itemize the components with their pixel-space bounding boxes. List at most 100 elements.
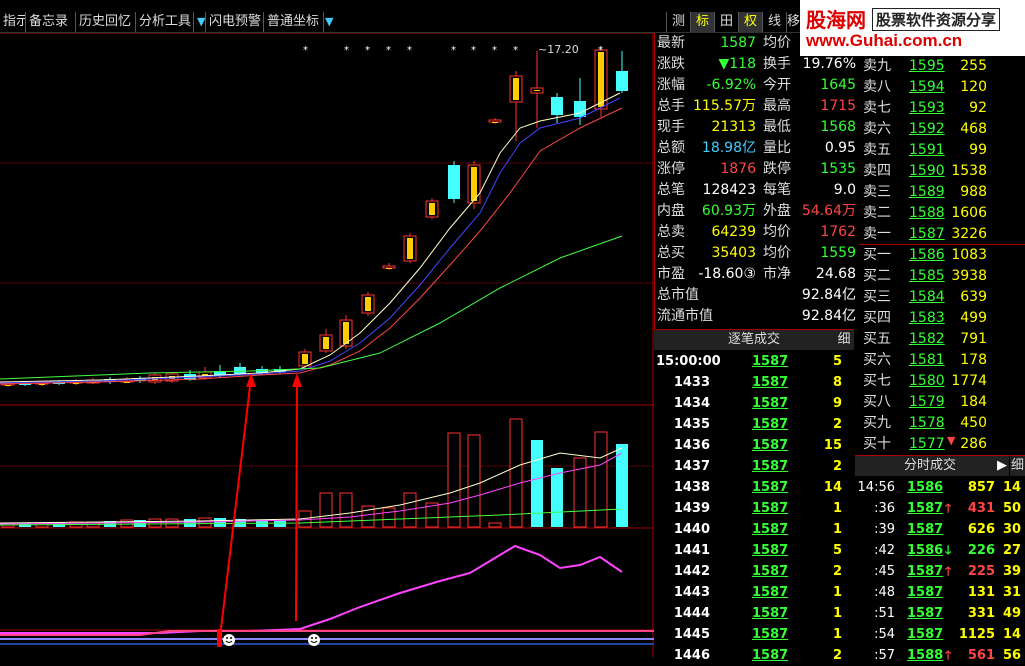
tool-grid[interactable]: 田 xyxy=(714,12,738,32)
orderbook-volume: 1538 xyxy=(951,163,987,179)
up-arrow-icon: 🡑 xyxy=(945,564,952,578)
tick-time: 14:56 xyxy=(857,480,895,495)
trade-row: 1437 1587 2 xyxy=(654,456,854,477)
quote-label: 总笔 xyxy=(657,182,685,198)
toolbar-item-memo[interactable]: 备忘录 xyxy=(26,12,76,32)
quote-row: 总买 35403 均价 1559 xyxy=(655,243,860,264)
orderbook-row[interactable]: 卖六 1592 468 xyxy=(859,119,1025,140)
candle-body xyxy=(382,265,396,269)
quote-label: 流通市值 xyxy=(657,308,713,324)
orderbook-row[interactable]: 买十 1577 286 xyxy=(859,434,1025,455)
trade-time: 1443 xyxy=(673,585,710,600)
orderbook-row[interactable]: 买二 1585 3938 xyxy=(859,266,1025,287)
trade-time: 1444 xyxy=(673,606,710,621)
toolbar-item-indicator[interactable]: 指示 xyxy=(0,12,26,32)
tick-price: 1586 xyxy=(907,543,944,558)
orderbook-row[interactable]: 买六 1581 178 xyxy=(859,350,1025,371)
toolbar-item-history[interactable]: 历史回忆 xyxy=(76,12,136,32)
ticks-list: 14:56 1586 857 14:36 1587 🡑 431 50:39 1587 626 30:… xyxy=(855,477,1025,663)
quote-value: 35403 xyxy=(711,245,756,261)
trade-row: 1444 1587 1 xyxy=(654,603,854,624)
trade-row: 1438 1587 14 xyxy=(654,477,854,498)
bottom-indicator-band xyxy=(0,629,654,647)
tick-volume: 131 xyxy=(967,585,995,600)
orderbook-row[interactable]: 买四 1583 499 xyxy=(859,308,1025,329)
quote-value: -18.60③ xyxy=(698,266,756,282)
orderbook-volume: 1083 xyxy=(951,247,987,263)
ticks-expand-icon[interactable]: ▶ xyxy=(995,455,1009,476)
trade-volume: 5 xyxy=(832,543,842,558)
trade-time: 1439 xyxy=(673,501,710,516)
volume-bar xyxy=(184,519,196,527)
orderbook-row[interactable]: 卖二 1588 1606 xyxy=(859,203,1025,224)
ma-line xyxy=(0,97,621,384)
candle-fill xyxy=(302,354,308,364)
smiley-icon xyxy=(308,634,320,646)
toolbar-item-coordinate[interactable]: 普通坐标 xyxy=(264,12,324,32)
orderbook-row[interactable]: 买五 1582 791 xyxy=(859,329,1025,350)
orderbook-volume: 468 xyxy=(960,121,987,137)
orderbook-volume: 791 xyxy=(960,331,987,347)
tool-measure[interactable]: 测 xyxy=(666,12,690,32)
orderbook-row[interactable]: 买三 1584 639 xyxy=(859,287,1025,308)
tick-time: :42 xyxy=(874,543,895,558)
trade-volume: 1 xyxy=(832,522,842,537)
trade-volume: 14 xyxy=(823,480,842,495)
tool-mark[interactable]: 标 xyxy=(690,12,714,32)
orderbook-row[interactable]: 买九 1578 450 xyxy=(859,413,1025,434)
tool-move[interactable]: 移 xyxy=(786,12,800,32)
kline-chart-area[interactable]: * * * * * * * * * * ~17.20 xyxy=(0,33,654,657)
trade-price: 1587 xyxy=(752,354,789,369)
trade-row: 1445 1587 1 xyxy=(654,624,854,645)
analysis-dropdown-icon[interactable]: ▼ xyxy=(194,12,206,32)
ma-line xyxy=(0,92,621,383)
tool-line[interactable]: 线 xyxy=(762,12,786,32)
star-marker: * xyxy=(407,45,412,56)
orderbook-level: 卖二 xyxy=(863,205,891,221)
quote-value-2: 92.84亿 xyxy=(801,287,856,303)
trade-time: 15:00:00 xyxy=(656,354,721,369)
tick-row: :36 1587 🡑 431 50 xyxy=(855,498,1025,519)
orderbook-row[interactable]: 卖七 1593 92 xyxy=(859,98,1025,119)
orderbook-level: 卖六 xyxy=(863,121,891,137)
trade-volume: 1 xyxy=(832,606,842,621)
tick-time: :36 xyxy=(874,501,895,516)
ticks-detail-button[interactable]: 细 xyxy=(1010,455,1025,476)
kline-chart-svg[interactable]: * * * * * * * * * * ~17.20 xyxy=(0,33,654,657)
orderbook-row[interactable]: 卖八 1594 120 xyxy=(859,77,1025,98)
quote-value: 60.93万 xyxy=(701,203,756,219)
tool-rights[interactable]: 权 xyxy=(738,12,762,32)
trade-volume: 15 xyxy=(823,438,842,453)
orderbook-row[interactable]: 卖四 1590 1538 xyxy=(859,161,1025,182)
volume-bar xyxy=(594,431,608,528)
trade-volume: 2 xyxy=(832,648,842,663)
trade-time: 1442 xyxy=(673,564,710,579)
quote-value-2: 1568 xyxy=(820,119,856,135)
quote-label-2: 跌停 xyxy=(763,161,791,177)
quote-label-2: 外盘 xyxy=(763,203,791,219)
orderbook-level: 买九 xyxy=(863,415,891,431)
orderbook-row[interactable]: 卖三 1589 988 xyxy=(859,182,1025,203)
tick-count: 56 xyxy=(1003,648,1022,663)
orderbook-volume: 184 xyxy=(960,394,987,410)
coordinate-dropdown-icon[interactable]: ▼ xyxy=(325,12,335,32)
orderbook-row[interactable]: 买八 1579 184 xyxy=(859,392,1025,413)
trade-row: 1446 1587 2 xyxy=(654,645,854,666)
toolbar-item-analysis-tools[interactable]: 分析工具 xyxy=(136,12,194,32)
orderbook-row[interactable]: 卖一 1587 3226 xyxy=(859,224,1025,245)
trades-header: 逐笔成交 xyxy=(654,329,854,350)
trade-row: 15:00:00 1587 5 xyxy=(654,351,854,372)
tick-volume: 857 xyxy=(967,480,995,495)
orderbook-row[interactable]: 买一 1586 1083 xyxy=(859,245,1025,266)
toolbar-item-flash-alert[interactable]: 闪电预警 xyxy=(206,12,264,32)
orderbook-level: 买六 xyxy=(863,352,891,368)
tick-row: 14:56 1586 857 14 xyxy=(855,477,1025,498)
orderbook-row[interactable]: 买七 1580 1774 xyxy=(859,371,1025,392)
orderbook-row[interactable]: 卖九 1595 255 xyxy=(859,56,1025,77)
trades-detail-button[interactable]: 细 xyxy=(834,329,854,350)
orderbook-row[interactable]: 卖五 1591 99 xyxy=(859,140,1025,161)
quote-label: 总卖 xyxy=(657,224,685,240)
candle-body xyxy=(488,119,502,123)
quote-value-2: 1559 xyxy=(820,245,856,261)
trade-time: 1433 xyxy=(673,375,710,390)
